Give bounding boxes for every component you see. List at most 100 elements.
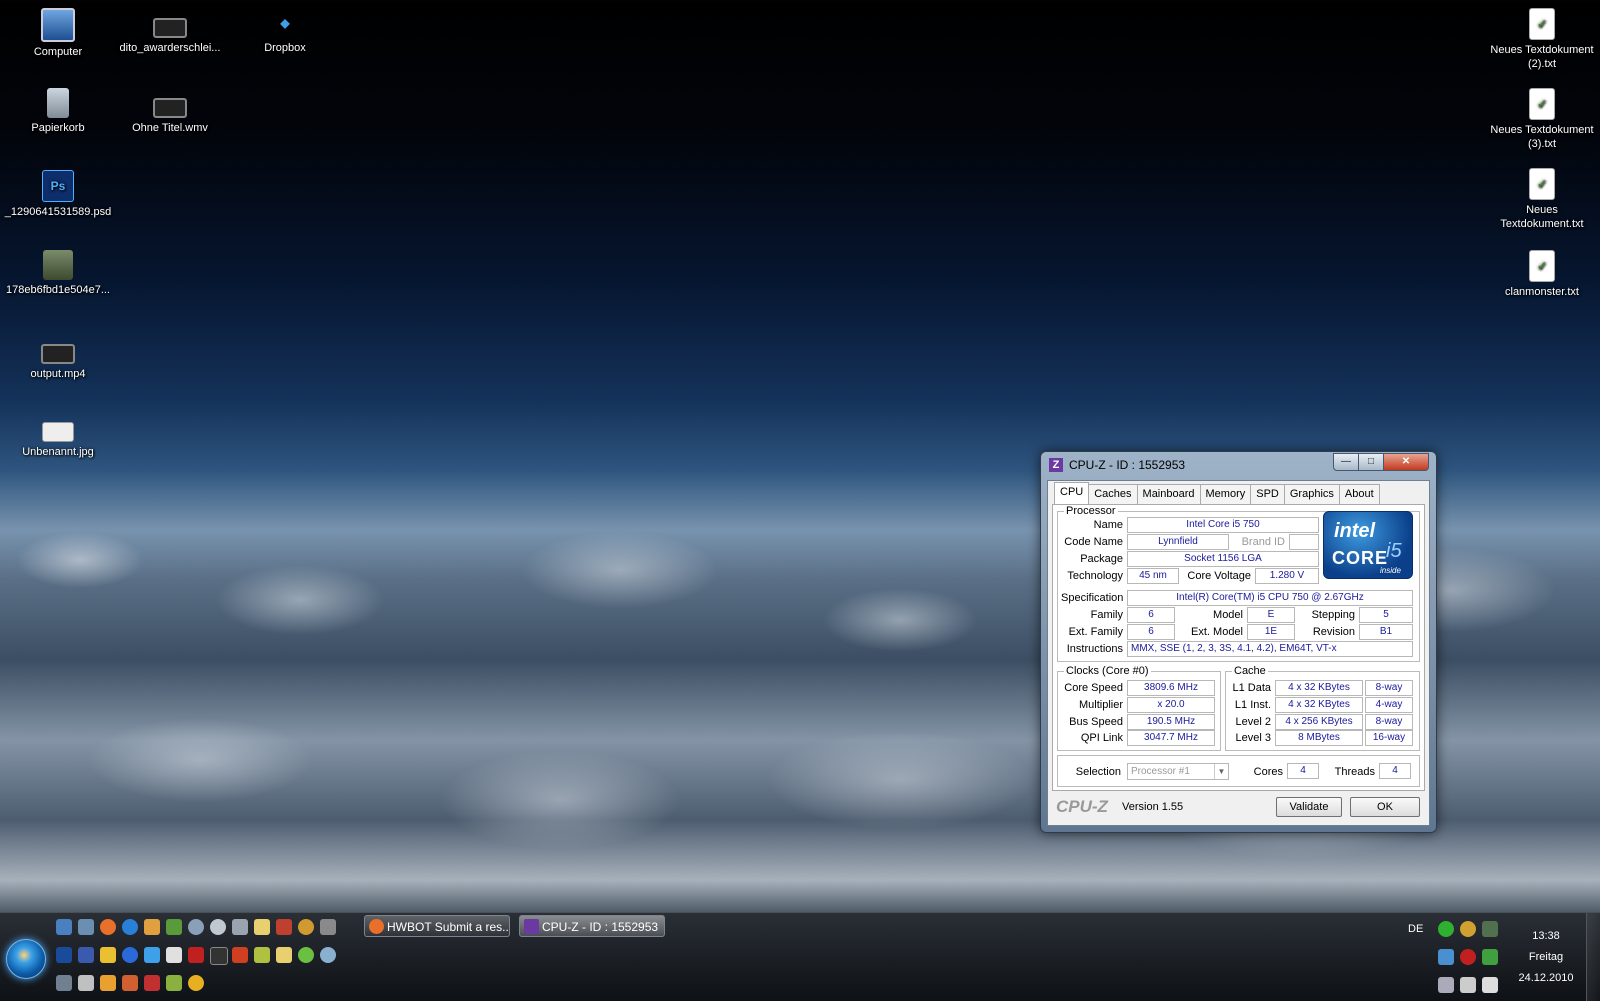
video-file-icon (41, 344, 75, 364)
action-center-flag-icon[interactable] (1482, 977, 1498, 993)
validate-button[interactable]: Validate (1276, 797, 1342, 817)
quicklaunch-app-icon[interactable] (100, 947, 116, 963)
quicklaunch-ie-icon[interactable] (122, 919, 138, 935)
computer-icon (41, 8, 75, 42)
quicklaunch-app-icon[interactable] (320, 919, 336, 935)
desktop-icon-textdoc-3[interactable]: ✓ Neues Textdokument (3).txt (1484, 88, 1600, 151)
quicklaunch-app-icon[interactable] (254, 947, 270, 963)
maximize-button[interactable]: □ (1358, 453, 1384, 471)
cpuz-window[interactable]: Z CPU-Z - ID : 1552953 — □ ✕ CPU Caches … (1040, 451, 1437, 833)
tab-spd[interactable]: SPD (1250, 484, 1285, 504)
processor-select[interactable]: Processor #1 ▼ (1127, 763, 1229, 780)
tray-app-icon[interactable] (1438, 921, 1454, 937)
desktop-icon-label: Computer (33, 46, 83, 58)
start-button[interactable] (6, 939, 46, 979)
quicklaunch-app-icon[interactable] (210, 919, 226, 935)
tab-memory[interactable]: Memory (1199, 484, 1252, 504)
tab-about[interactable]: About (1338, 484, 1380, 504)
tray-app-icon[interactable] (1460, 921, 1476, 937)
quicklaunch-folder-icon[interactable] (254, 919, 270, 935)
quicklaunch-steam-icon[interactable] (232, 919, 248, 935)
tab-mainboard[interactable]: Mainboard (1136, 484, 1201, 504)
quicklaunch-app-icon[interactable] (56, 975, 72, 991)
family-value: 6 (1127, 607, 1175, 623)
desktop-icon-ohne-titel[interactable]: Ohne Titel.wmv (112, 88, 228, 135)
quicklaunch-app-icon[interactable] (144, 975, 160, 991)
taskbar-item-firefox[interactable]: HWBOT Submit a res... (364, 915, 510, 937)
selection-label: Selection (1075, 766, 1121, 778)
quicklaunch-desktop-icon[interactable] (56, 919, 72, 935)
quicklaunch-app-icon[interactable] (100, 975, 116, 991)
stepping-label: Stepping (1311, 609, 1355, 621)
video-file-icon (153, 98, 187, 118)
multiplier-label: Multiplier (1078, 699, 1123, 711)
clock-date[interactable]: 24.12.2010 (1510, 972, 1582, 984)
desktop-icon-textdoc-2[interactable]: ✓ Neues Textdokument (2).txt (1484, 8, 1600, 71)
package-value: Socket 1156 LGA (1127, 551, 1319, 567)
desktop-icon-dito-video[interactable]: dito_awarderschlei... (112, 8, 228, 55)
quicklaunch-app-icon[interactable] (144, 919, 160, 935)
quicklaunch-app-icon[interactable] (276, 919, 292, 935)
text-file-icon: ✓ (1529, 250, 1555, 282)
volume-icon[interactable] (1460, 977, 1476, 993)
image-file-icon (42, 422, 74, 442)
quicklaunch-app-icon[interactable] (210, 947, 228, 965)
quicklaunch-app-icon[interactable] (122, 947, 138, 963)
desktop-icon-clanmonster[interactable]: ✓ clanmonster.txt (1484, 250, 1600, 299)
quicklaunch-firefox-icon[interactable] (100, 919, 116, 935)
clock-time[interactable]: 13:38 (1510, 930, 1582, 942)
cache-way-l1i: 4-way (1365, 697, 1413, 713)
tray-app-icon[interactable] (1460, 949, 1476, 965)
quicklaunch-dropbox-icon[interactable] (144, 947, 160, 963)
tab-graphics[interactable]: Graphics (1283, 484, 1340, 504)
name-value: Intel Core i5 750 (1127, 517, 1319, 533)
tab-cpu[interactable]: CPU (1054, 482, 1090, 505)
cpuz-titlebar[interactable]: Z CPU-Z - ID : 1552953 — □ ✕ (1041, 452, 1436, 478)
desktop-icon-recycle-bin[interactable]: Papierkorb (0, 88, 116, 135)
quicklaunch-app-icon[interactable] (166, 919, 182, 935)
show-desktop-button[interactable] (1586, 913, 1600, 1001)
brandid-label: Brand ID (1241, 536, 1285, 548)
clock-day[interactable]: Freitag (1510, 951, 1582, 963)
quicklaunch-app-icon[interactable] (320, 947, 336, 963)
text-file-icon: ✓ (1529, 88, 1555, 120)
desktop-icon-unbenannt-jpg[interactable]: Unbenannt.jpg (0, 414, 116, 459)
tray-app-icon[interactable] (1482, 949, 1498, 965)
package-label: Package (1080, 553, 1123, 565)
quicklaunch-app-icon[interactable] (188, 975, 204, 991)
cores-value: 4 (1287, 763, 1319, 779)
minimize-button[interactable]: — (1333, 453, 1359, 471)
quicklaunch-explorer-icon[interactable] (78, 919, 94, 935)
quicklaunch-filezilla-icon[interactable] (188, 947, 204, 963)
quicklaunch-photoshop-icon[interactable] (56, 947, 72, 963)
desktop-icon-dropbox[interactable]: ◆ Dropbox (227, 8, 343, 55)
quicklaunch-app-icon[interactable] (78, 947, 94, 963)
quicklaunch-app-icon[interactable] (166, 947, 182, 963)
desktop-icon-image-178eb[interactable]: 178eb6fbd1e504e7... (0, 250, 116, 297)
cache-label-l3: Level 3 (1235, 732, 1271, 744)
desktop-icon-label: Papierkorb (31, 122, 85, 134)
quicklaunch-app-icon[interactable] (188, 919, 204, 935)
ok-button[interactable]: OK (1350, 797, 1420, 817)
quicklaunch-app-icon[interactable] (232, 947, 248, 963)
close-button[interactable]: ✕ (1383, 453, 1429, 471)
tab-caches[interactable]: Caches (1088, 484, 1138, 504)
network-icon[interactable] (1438, 977, 1454, 993)
desktop-icon-label: clanmonster.txt (1505, 286, 1579, 298)
desktop-icon-psd[interactable]: Ps _1290641531589.psd (0, 170, 116, 219)
quicklaunch-wow-icon[interactable] (298, 919, 314, 935)
quicklaunch-folder-icon[interactable] (276, 947, 292, 963)
tray-app-icon[interactable] (1438, 949, 1454, 965)
language-indicator[interactable]: DE (1408, 923, 1423, 935)
desktop-icon-textdoc[interactable]: ✓ Neues Textdokument.txt (1484, 168, 1600, 231)
quicklaunch-app-icon[interactable] (298, 947, 314, 963)
quicklaunch-app-icon[interactable] (166, 975, 182, 991)
quicklaunch-settings-icon[interactable] (78, 975, 94, 991)
quicklaunch-app-icon[interactable] (122, 975, 138, 991)
desktop-icon-output-mp4[interactable]: output.mp4 (0, 334, 116, 381)
recycle-bin-icon (47, 88, 69, 118)
tray-app-icon[interactable] (1482, 921, 1498, 937)
taskbar-item-cpuz[interactable]: CPU-Z - ID : 1552953 (519, 915, 665, 937)
specification-value: Intel(R) Core(TM) i5 CPU 750 @ 2.67GHz (1127, 590, 1413, 606)
desktop-icon-computer[interactable]: Computer (0, 8, 116, 59)
